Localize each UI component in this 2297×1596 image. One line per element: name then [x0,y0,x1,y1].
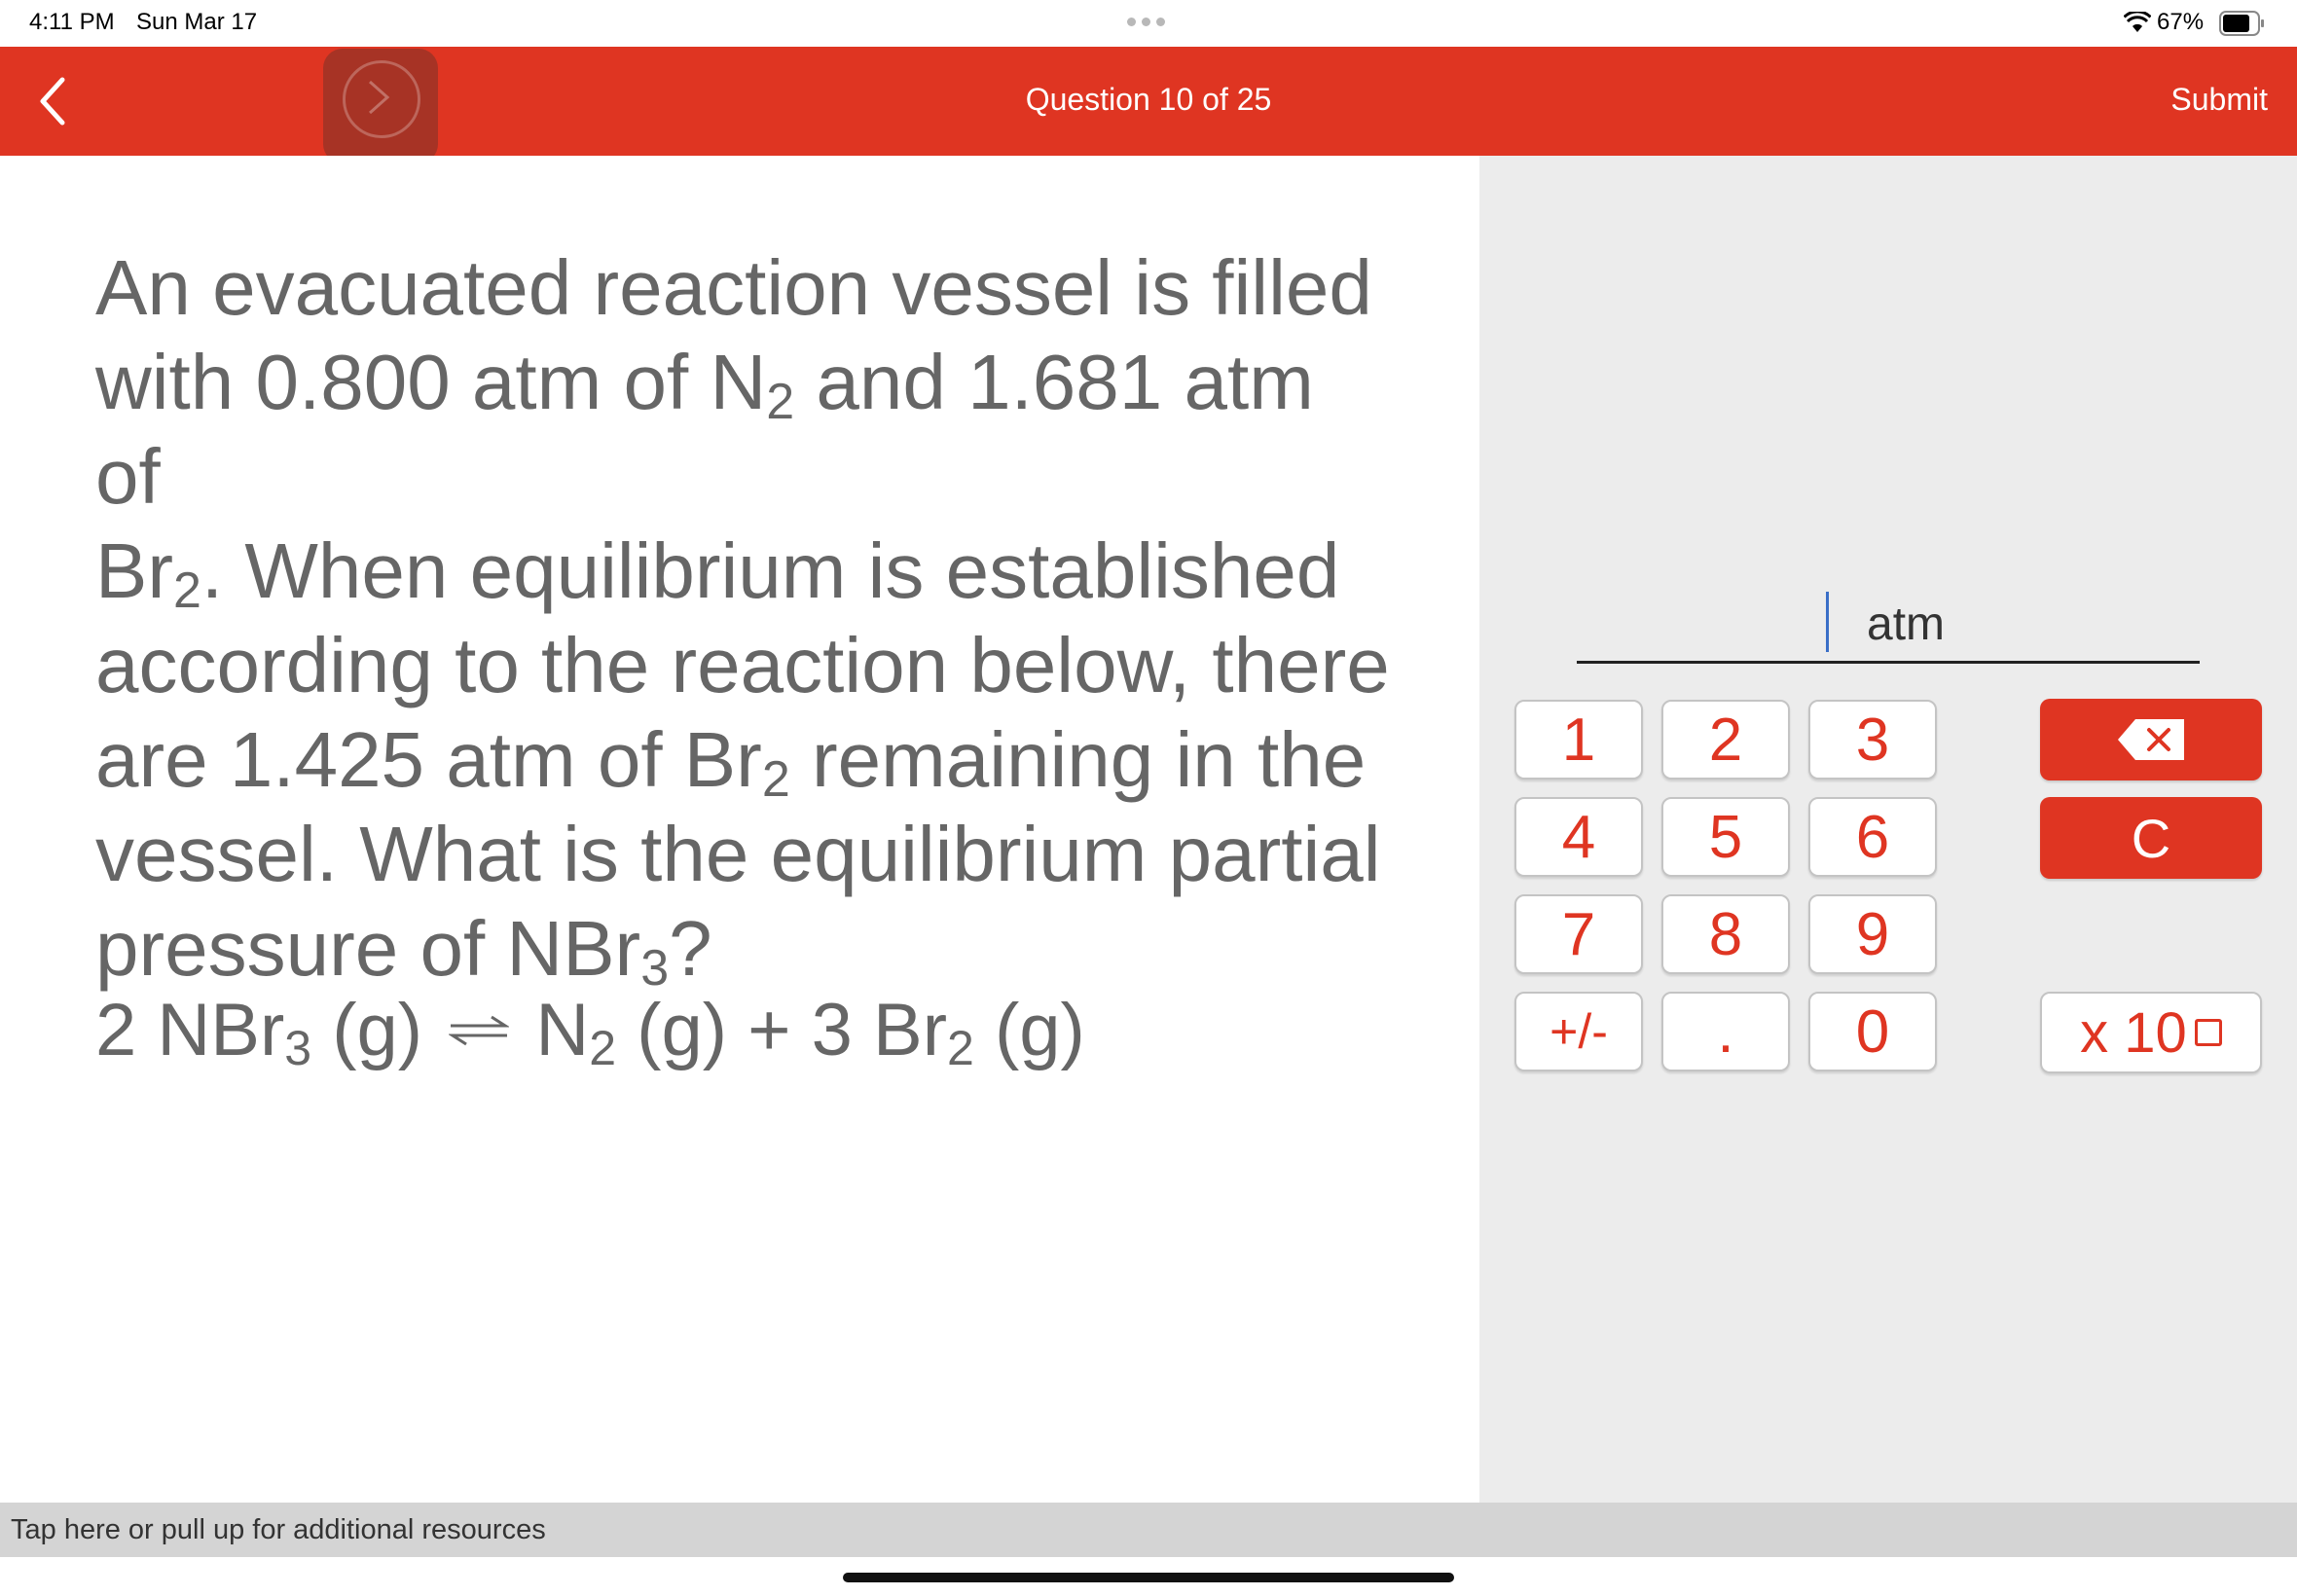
key-sign[interactable]: +/- [1514,992,1643,1071]
battery-percentage: 67% [2157,9,2205,35]
backspace-button[interactable] [2040,699,2262,780]
key-5[interactable]: 5 [1661,797,1790,877]
question-line-3: Br2. When equilibrium is established [95,527,1340,619]
home-indicator[interactable] [843,1573,1454,1582]
exponent-box-icon [2194,1019,2222,1046]
next-question-button[interactable] [323,49,438,163]
chevron-right-icon [369,80,390,115]
back-chevron-icon[interactable] [33,72,72,130]
question-panel: An evacuated reaction vessel is filled w… [0,156,1479,1503]
submit-button[interactable]: Submit [2122,82,2268,118]
resources-bar[interactable]: Tap here or pull up for additional resou… [0,1503,2297,1557]
key-decimal[interactable]: . [1661,992,1790,1071]
battery-icon [2219,11,2264,36]
unit-label: atm [1867,598,1946,650]
resources-text: Tap here or pull up for additional resou… [11,1514,546,1545]
key-6[interactable]: 6 [1808,797,1937,877]
key-2[interactable]: 2 [1661,700,1790,780]
key-4[interactable]: 4 [1514,797,1643,877]
question-line-6: vessel. What is the equilibrium partial [95,811,1381,897]
question-line-4: according to the reaction below, there [95,622,1390,708]
answer-underline [1577,661,2200,664]
backspace-icon [2118,719,2184,760]
key-0[interactable]: 0 [1808,992,1937,1071]
wifi-icon [2124,12,2151,32]
key-9[interactable]: 9 [1808,894,1937,974]
key-1[interactable]: 1 [1514,700,1643,780]
key-7[interactable]: 7 [1514,894,1643,974]
multitasking-dots-icon[interactable] [1127,18,1165,26]
key-8[interactable]: 8 [1661,894,1790,974]
equilibrium-arrow-icon [449,1015,510,1046]
question-line-1: An evacuated reaction vessel is filled [95,244,1372,331]
question-line-2: with 0.800 atm of N2 and 1.681 atm of [95,339,1314,520]
reaction-equation: 2 NBr3 (g) N2 (g) + 3 Br2 (g) [95,989,1085,1075]
key-3[interactable]: 3 [1808,700,1937,780]
question-counter: Question 10 of 25 [1025,82,1272,117]
status-bar: 4:11 PM Sun Mar 17 67% [0,0,2297,47]
exponent-button[interactable]: x 10 [2040,992,2262,1073]
answer-input[interactable] [1826,592,1829,652]
status-date: Sun Mar 17 [136,9,258,35]
header-bar: Question 10 of 25 Submit [0,47,2297,163]
question-text: An evacuated reaction vessel is filled w… [95,240,1400,996]
question-line-7: pressure of NBr3? [95,905,712,997]
clear-button[interactable]: C [2040,797,2262,879]
question-line-5: are 1.425 atm of Br2 remaining in the [95,716,1367,808]
exponent-label: x 10 [2080,1000,2187,1065]
status-time: 4:11 PM [29,9,115,35]
